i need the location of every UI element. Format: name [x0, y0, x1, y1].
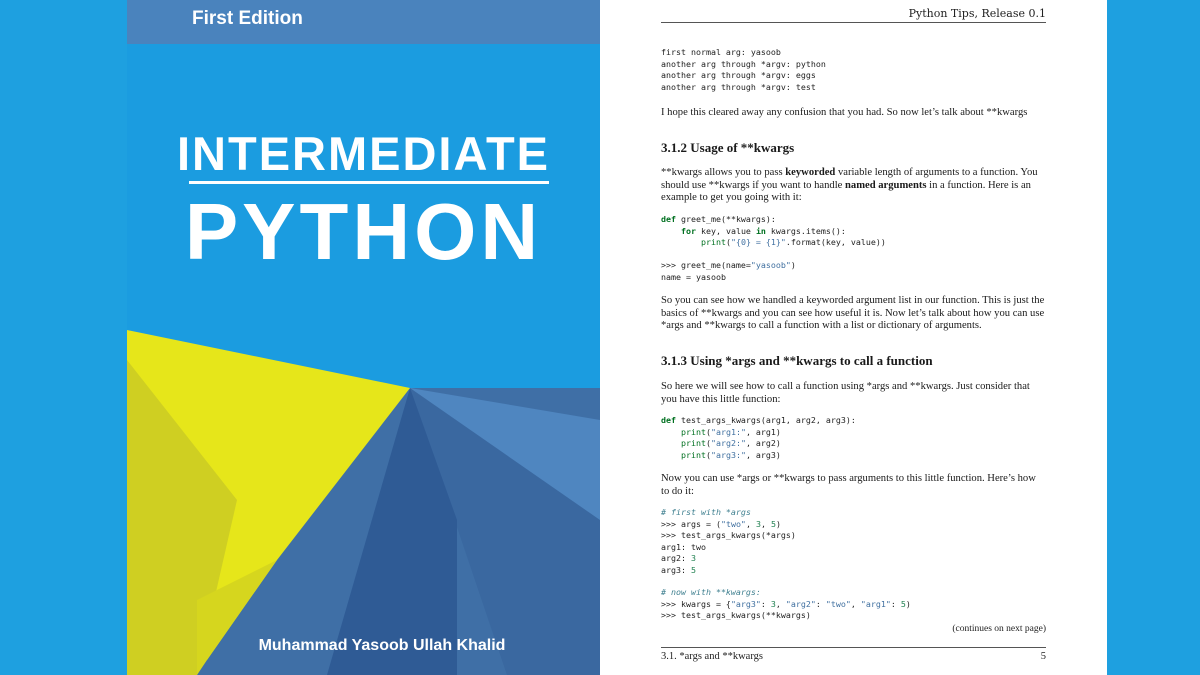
code-text: : [815, 598, 826, 609]
string: "arg2" [785, 598, 816, 609]
code-text: key, value [695, 225, 756, 236]
code-greet-me-call: >>> greet_me(name="yasoob") name = yasoob [661, 260, 796, 283]
cover-title-intermediate: INTERMEDIATE [176, 127, 550, 180]
code-greet-me: def greet_me(**kwargs): for key, value i… [661, 214, 886, 249]
code-text: : [890, 598, 901, 609]
code-text: , arg3) [745, 449, 781, 460]
string: "arg2:" [710, 438, 746, 448]
bold-keyworded: keyworded [785, 167, 836, 178]
code-text: greet_me(**kwargs): [676, 214, 776, 224]
code-text: test_args_kwargs(arg1, arg2, arg3): [676, 415, 856, 425]
code-line: name = yasoob [661, 271, 726, 282]
string: "two" [720, 518, 746, 529]
code-text: , arg2) [745, 438, 781, 448]
code-line: another arg through *argv: python [661, 58, 826, 69]
code-line: arg2: 3 [661, 553, 796, 565]
code-line: >>> args = ("two", 3, 5) [661, 519, 796, 531]
cover-title-python: PYTHON [184, 187, 543, 276]
code-text: , [775, 598, 786, 609]
code-line: >>> test_args_kwargs(*args) [661, 530, 796, 540]
code-output-argv: first normal arg: yasoob another arg thro… [661, 47, 826, 93]
code-text: ) [790, 260, 796, 270]
code-line: >>> kwargs = {"arg3": 3, "arg2": "two", … [661, 599, 911, 611]
string: "arg1:" [710, 426, 746, 437]
keyword: in [755, 225, 766, 236]
builtin: print [680, 426, 706, 437]
code-comment: # first with *args [661, 507, 751, 517]
code-text: : [760, 598, 771, 609]
string: "arg3:" [710, 449, 746, 460]
page-number: 5 [1040, 651, 1046, 662]
code-line: another arg through *argv: eggs [661, 70, 816, 80]
code-text: , [850, 598, 861, 609]
code-test-args-kwargs: def test_args_kwargs(arg1, arg2, arg3): … [661, 415, 856, 461]
code-text: kwargs.items(): [765, 225, 846, 236]
code-usage-kwargs: # now with **kwargs: >>> kwargs = {"arg3"… [661, 587, 911, 622]
paragraph-call-function: So here we will see how to call a functi… [661, 381, 1030, 405]
code-line: >>> test_args_kwargs(**kwargs) [661, 610, 811, 620]
number: 5 [690, 564, 696, 575]
string: "yasoob" [750, 260, 791, 270]
string: "arg3" [730, 598, 761, 609]
keyword: def [661, 214, 676, 224]
text: **kwargs allows you to pass [661, 167, 786, 178]
code-text: , [760, 518, 771, 529]
code-text: >>> kwargs = { [661, 598, 731, 609]
footer-section: 3.1. *args and **kwargs [661, 651, 763, 662]
code-text: , [745, 518, 756, 529]
code-line: >>> greet_me(name="yasoob") [661, 260, 796, 272]
paragraph-kwargs-intro: **kwargs allows you to pass keyworded va… [661, 167, 1046, 205]
code-text: >>> args = ( [661, 518, 721, 529]
string: "{0} = {1}" [730, 237, 786, 247]
builtin: print [680, 449, 706, 460]
section-heading-3-1-3: 3.1.3 Using *args and **kwargs to call a… [661, 353, 933, 368]
code-text: ) [905, 598, 911, 609]
cover-author: Muhammad Yasoob Ullah Khalid [258, 637, 506, 654]
code-comment: # now with **kwargs: [661, 587, 761, 597]
code-line: print("arg2:", arg2) [680, 438, 781, 448]
number: 3 [690, 553, 696, 563]
code-line: arg3: 5 [661, 565, 796, 577]
code-line: print("arg3:", arg3) [680, 449, 781, 460]
document-page: Python Tips, Release 0.1 first normal ar… [600, 0, 1107, 675]
code-usage-args: # first with *args >>> args = ("two", 3, … [661, 507, 796, 576]
header-rule [661, 22, 1046, 23]
paragraph-how-to: Now you can use *args or **kwargs to pas… [661, 473, 1036, 497]
cover-title-rule [189, 181, 549, 184]
code-text: , arg1) [745, 426, 781, 437]
builtin: print [700, 237, 726, 247]
paragraph-keyworded-list: So you can see how we handled a keyworde… [661, 295, 1045, 332]
builtin: print [680, 438, 706, 448]
code-line: def test_args_kwargs(arg1, arg2, arg3): [661, 415, 856, 427]
keyword: for [680, 225, 696, 236]
code-line: another arg through *argv: test [661, 81, 816, 92]
code-text: arg3: [661, 564, 691, 575]
string: "arg1" [860, 598, 891, 609]
cover-geometric-art [127, 330, 600, 675]
code-line: arg1: two [661, 541, 706, 552]
cover-edition: First Edition [192, 8, 303, 29]
running-header: Python Tips, Release 0.1 [908, 7, 1046, 20]
section-heading-3-1-2: 3.1.2 Usage of **kwargs [661, 140, 795, 155]
string: "two" [825, 598, 851, 609]
code-text: >>> greet_me(name= [661, 260, 751, 270]
code-line: for key, value in kwargs.items(): [661, 226, 886, 238]
paragraph-confusion: I hope this cleared away any confusion t… [661, 107, 1028, 118]
continues-note: (continues on next page) [952, 624, 1046, 634]
book-cover: First Edition INTERMEDIATE PYTHON Muhamm… [127, 0, 600, 675]
screen: First Edition INTERMEDIATE PYTHON Muhamm… [0, 0, 1200, 675]
code-line: print("{0} = {1}".format(key, value)) [700, 237, 886, 247]
footer-rule [661, 647, 1046, 648]
keyword: def [661, 415, 676, 425]
bold-named-arguments: named arguments [845, 179, 927, 191]
code-text: ) [775, 518, 781, 529]
code-line: print("arg1:", arg1) [680, 426, 781, 437]
code-line: first normal arg: yasoob [661, 47, 781, 57]
code-text: arg2: [661, 553, 691, 563]
code-line: def greet_me(**kwargs): [661, 214, 886, 226]
code-text: .format(key, value)) [785, 237, 886, 247]
